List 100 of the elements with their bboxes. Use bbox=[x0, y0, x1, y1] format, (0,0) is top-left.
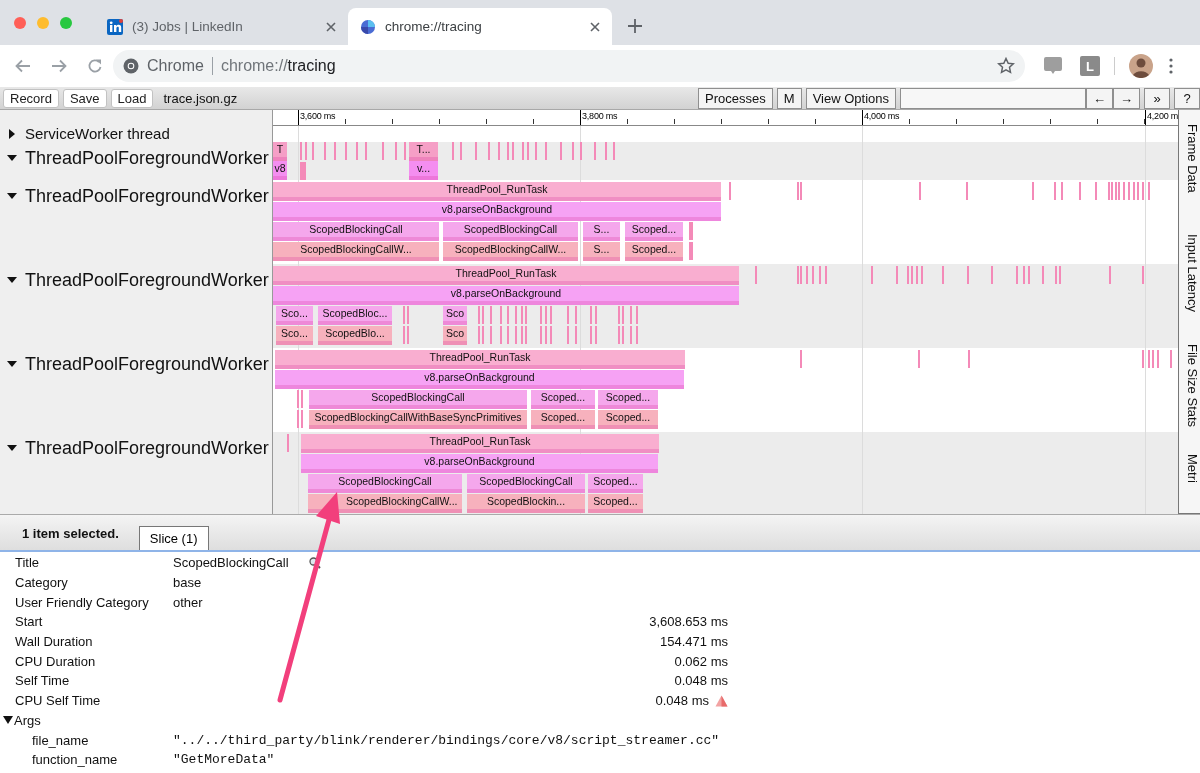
close-icon[interactable] bbox=[590, 21, 600, 32]
trace-slice[interactable]: Scoped... bbox=[588, 494, 643, 513]
trace-slice[interactable]: Scoped... bbox=[588, 474, 643, 493]
trace-slice[interactable]: ThreadPool_RunTask bbox=[273, 182, 721, 201]
browser-logo-icon bbox=[123, 58, 139, 74]
search-field[interactable] bbox=[900, 87, 1086, 109]
forward-arrow-icon[interactable] bbox=[51, 59, 67, 73]
toolbar-button[interactable]: → bbox=[1113, 87, 1140, 109]
event-ticks-drawing bbox=[297, 390, 303, 408]
toolbar-button[interactable]: ← bbox=[1086, 87, 1113, 109]
toolbar-button[interactable]: Record bbox=[3, 88, 59, 108]
side-tab[interactable]: Input Latency bbox=[1179, 234, 1200, 344]
field-value: 154.471 ms bbox=[660, 633, 728, 652]
trace-slice[interactable]: v8.parseOnBackground bbox=[275, 370, 684, 389]
section-label: Args bbox=[14, 712, 41, 728]
trace-slice[interactable]: Scoped... bbox=[598, 390, 658, 409]
thread-name: ServiceWorker thread bbox=[25, 124, 170, 144]
trace-slice[interactable]: ScopedBlockin... bbox=[467, 494, 585, 513]
event-ticks-drawing bbox=[287, 434, 289, 452]
trace-slice[interactable]: Sco bbox=[443, 326, 467, 345]
trace-slice[interactable]: v... bbox=[409, 161, 438, 180]
url-text: chrome://tracing bbox=[220, 57, 337, 75]
side-tab[interactable]: Frame Data bbox=[1179, 124, 1200, 234]
avatar-icon[interactable] bbox=[1129, 54, 1153, 78]
ruler-label: 3,600 ms bbox=[298, 110, 336, 125]
toolbar-button[interactable]: View Options bbox=[805, 87, 896, 109]
plus-icon[interactable] bbox=[628, 19, 642, 33]
event-ticks-drawing bbox=[300, 162, 306, 180]
field-label: Start bbox=[15, 613, 44, 632]
trace-slice[interactable]: ThreadPool_RunTask bbox=[301, 434, 659, 453]
trace-slice[interactable]: T... bbox=[409, 142, 438, 161]
field-label: function_name bbox=[31, 751, 119, 770]
expand-toggle[interactable] bbox=[7, 153, 17, 163]
trace-slice[interactable]: ScopedBlockingCall bbox=[273, 222, 439, 241]
trace-slice[interactable]: ScopedBlockingCallW... bbox=[308, 494, 462, 513]
trace-slice[interactable]: ScopedBlockingCallW... bbox=[273, 242, 439, 261]
thread-name: ThreadPoolForegroundWorker bbox=[25, 270, 269, 290]
side-tab[interactable]: Metri bbox=[1179, 454, 1200, 513]
close-icon[interactable] bbox=[326, 21, 336, 32]
field-value: base bbox=[173, 574, 202, 593]
back-arrow-icon[interactable] bbox=[15, 59, 31, 73]
thread-name: ThreadPoolForegroundWorker bbox=[25, 354, 269, 374]
trace-slice[interactable]: Sco bbox=[443, 306, 467, 325]
field-value: "GetMoreData" bbox=[173, 751, 275, 770]
trace-slice[interactable]: ScopedBlockingCall bbox=[308, 474, 462, 493]
field-value: ScopedBlockingCall bbox=[173, 554, 289, 573]
trace-slice[interactable]: ScopedBlockingCall bbox=[443, 222, 578, 241]
trace-slice[interactable]: Sco... bbox=[276, 306, 313, 325]
trace-slice[interactable]: Scoped... bbox=[625, 242, 683, 261]
trace-slice[interactable]: v8.parseOnBackground bbox=[273, 202, 721, 221]
field-value: 0.048 ms bbox=[655, 692, 709, 711]
toolbar-button[interactable]: Load bbox=[110, 88, 154, 108]
trace-slice[interactable]: v8.parseOnBackground bbox=[273, 286, 739, 305]
trace-slice[interactable]: Scoped... bbox=[598, 410, 658, 429]
expand-toggle[interactable] bbox=[7, 443, 17, 453]
toolbar-button[interactable]: ? bbox=[1174, 87, 1200, 109]
panel-tab[interactable]: Slice (1) bbox=[138, 526, 209, 550]
trace-slice[interactable]: ScopedBlockingCallW... bbox=[443, 242, 578, 261]
trace-slice[interactable]: ScopedBloc... bbox=[318, 306, 392, 325]
field-label: CPU Duration bbox=[15, 652, 97, 671]
trace-slice[interactable]: Scoped... bbox=[625, 222, 683, 241]
toolbar-button[interactable]: Save bbox=[62, 88, 107, 108]
expand-toggle[interactable] bbox=[7, 275, 17, 285]
field-label: Wall Duration bbox=[15, 633, 94, 652]
ruler-label: 4,000 ms bbox=[862, 110, 900, 125]
reload-icon[interactable] bbox=[87, 58, 103, 74]
trace-slice[interactable]: ThreadPool_RunTask bbox=[273, 266, 739, 285]
event-ticks-drawing bbox=[689, 242, 693, 260]
browser-tab[interactable]: (3) Jobs | LinkedIn bbox=[95, 8, 348, 45]
browser-tab[interactable]: chrome://tracing bbox=[348, 8, 612, 45]
expand-toggle[interactable] bbox=[7, 359, 17, 369]
trace-slice[interactable]: S... bbox=[583, 242, 620, 261]
trace-slice[interactable]: ScopedBlockingCallWithBaseSyncPrimitives bbox=[309, 410, 527, 429]
side-tab[interactable]: File Size Stats bbox=[1179, 344, 1200, 454]
trace-slice[interactable]: S... bbox=[583, 222, 620, 241]
trace-slice[interactable]: v8 bbox=[273, 161, 287, 180]
field-value: "../../third_party/blink/renderer/bindings/core/v8/script_streamer.cc" bbox=[173, 731, 720, 750]
trace-slice[interactable]: T bbox=[273, 142, 287, 161]
trace-slice[interactable]: ScopedBlockingCall bbox=[309, 390, 527, 409]
star-icon[interactable] bbox=[997, 57, 1015, 75]
trace-slice[interactable]: ThreadPool_RunTask bbox=[275, 350, 685, 369]
search-icon[interactable] bbox=[308, 556, 321, 569]
trace-slice[interactable]: v8.parseOnBackground bbox=[301, 454, 658, 473]
trace-slice[interactable]: Scoped... bbox=[531, 390, 595, 409]
toolbar-button[interactable]: Processes bbox=[698, 87, 773, 109]
address-bar[interactable]: Chrome chrome://tracing bbox=[113, 50, 1025, 82]
trace-slice[interactable]: Scoped... bbox=[531, 410, 595, 429]
toolbar-button[interactable]: » bbox=[1144, 87, 1170, 109]
expand-toggle[interactable] bbox=[7, 129, 17, 139]
expand-toggle[interactable] bbox=[3, 715, 13, 726]
expand-toggle[interactable] bbox=[7, 191, 17, 201]
toolbar-button[interactable]: M bbox=[776, 87, 802, 109]
thread-name: ThreadPoolForegroundWorker bbox=[25, 148, 269, 168]
trace-slice[interactable]: Sco... bbox=[276, 326, 313, 345]
speech-bubble-icon[interactable] bbox=[1043, 56, 1063, 76]
field-value: other bbox=[173, 593, 203, 612]
menu-icon[interactable] bbox=[1169, 58, 1173, 74]
field-label: Category bbox=[15, 574, 69, 593]
trace-slice[interactable]: ScopedBlockingCall bbox=[467, 474, 585, 493]
trace-slice[interactable]: ScopedBlo... bbox=[318, 326, 392, 345]
